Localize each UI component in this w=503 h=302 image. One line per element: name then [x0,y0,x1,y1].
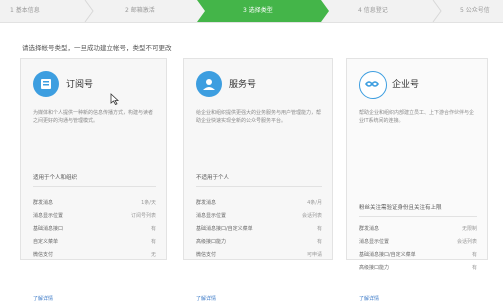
card-header: 订阅号 [21,59,166,99]
card-service[interactable]: 服务号 给企业和组织提供更强大的业务服务与用户管理能力，帮助企业快速实现全新的公… [183,58,333,302]
feature-row: 基础消息接口有 [33,226,156,232]
learn-more-link[interactable]: 了解详情 [359,295,379,302]
feature-row: 微信支付无 [33,252,156,258]
feature-row: 基础消息接口/自定义菜单有 [196,226,322,232]
feature-row: 消息显示位置 会话列表 [196,213,322,219]
step-separator [432,0,442,22]
card-title: 企业号 [392,80,420,90]
card-title: 服务号 [229,80,257,90]
feature-row: 群发消息 1条/天 [33,200,156,206]
card-target: 适用于个人和组织 [33,175,78,181]
enterprise-icon [359,71,387,99]
step-basic-info: 1 基本信息 [10,7,40,14]
feature-row: 消息显示位置 会话列表 [359,239,477,245]
card-header: 服务号 [184,59,332,99]
feature-row: 群发消息 4条/月 [196,200,322,206]
feature-row: 基础消息接口/自定义菜单有 [359,252,477,258]
instruction-text: 请选择帐号类型，一旦成功建立帐号，类型不可更改 [22,44,172,52]
mouse-pointer-icon [110,90,120,106]
learn-more-link[interactable]: 了解详情 [196,295,216,302]
feature-row: 高级接口能力有 [196,239,322,245]
feature-row: 群发消息 无限制 [359,226,477,232]
step-separator [84,0,94,22]
divider [196,186,322,187]
card-subscription[interactable]: 订阅号 为媒体和个人提供一种新的信息传播方式，构建与读者之间更好的沟通与管理模式… [20,58,167,302]
learn-more-link[interactable]: 了解详情 [33,295,53,302]
feature-row: 消息显示位置 订阅号列表 [33,213,156,219]
step-email-activation: 2 邮箱激活 [125,7,155,14]
divider [359,216,477,217]
feature-row: 微信支付 可申请 [196,252,322,258]
feature-row: 高级接口能力有 [359,265,477,271]
card-enterprise[interactable]: 企业号 帮助企业和组织内部建立员工、上下游合作伙伴与企业IT系统间的连接。 粉丝… [346,58,488,302]
card-description: 帮助企业和组织内部建立员工、上下游合作伙伴与企业IT系统间的连接。 [359,110,475,124]
progress-steps: 1 基本信息 2 邮箱激活 3 选择类型 4 信息登记 5 公众号信 [0,0,503,23]
step-info-registration: 4 信息登记 [358,7,388,14]
subscription-icon [33,71,59,97]
card-target: 粉丝关注需验证身份且关注有上限 [359,205,442,211]
card-description: 为媒体和个人提供一种新的信息传播方式，构建与读者之间更好的沟通与管理模式。 [33,110,154,124]
card-header: 企业号 [347,59,487,99]
divider [33,186,156,187]
card-description: 给企业和组织提供更强大的业务服务与用户管理能力，帮助企业快速实现全新的公众号服务… [196,110,322,124]
card-target: 不适用于个人 [196,175,230,181]
card-title: 订阅号 [66,80,94,90]
step-account-info: 5 公众号信 [460,7,490,14]
feature-row: 自定义菜单有 [33,239,156,245]
step-select-type: 3 选择类型 [243,7,273,14]
service-icon [196,71,222,97]
